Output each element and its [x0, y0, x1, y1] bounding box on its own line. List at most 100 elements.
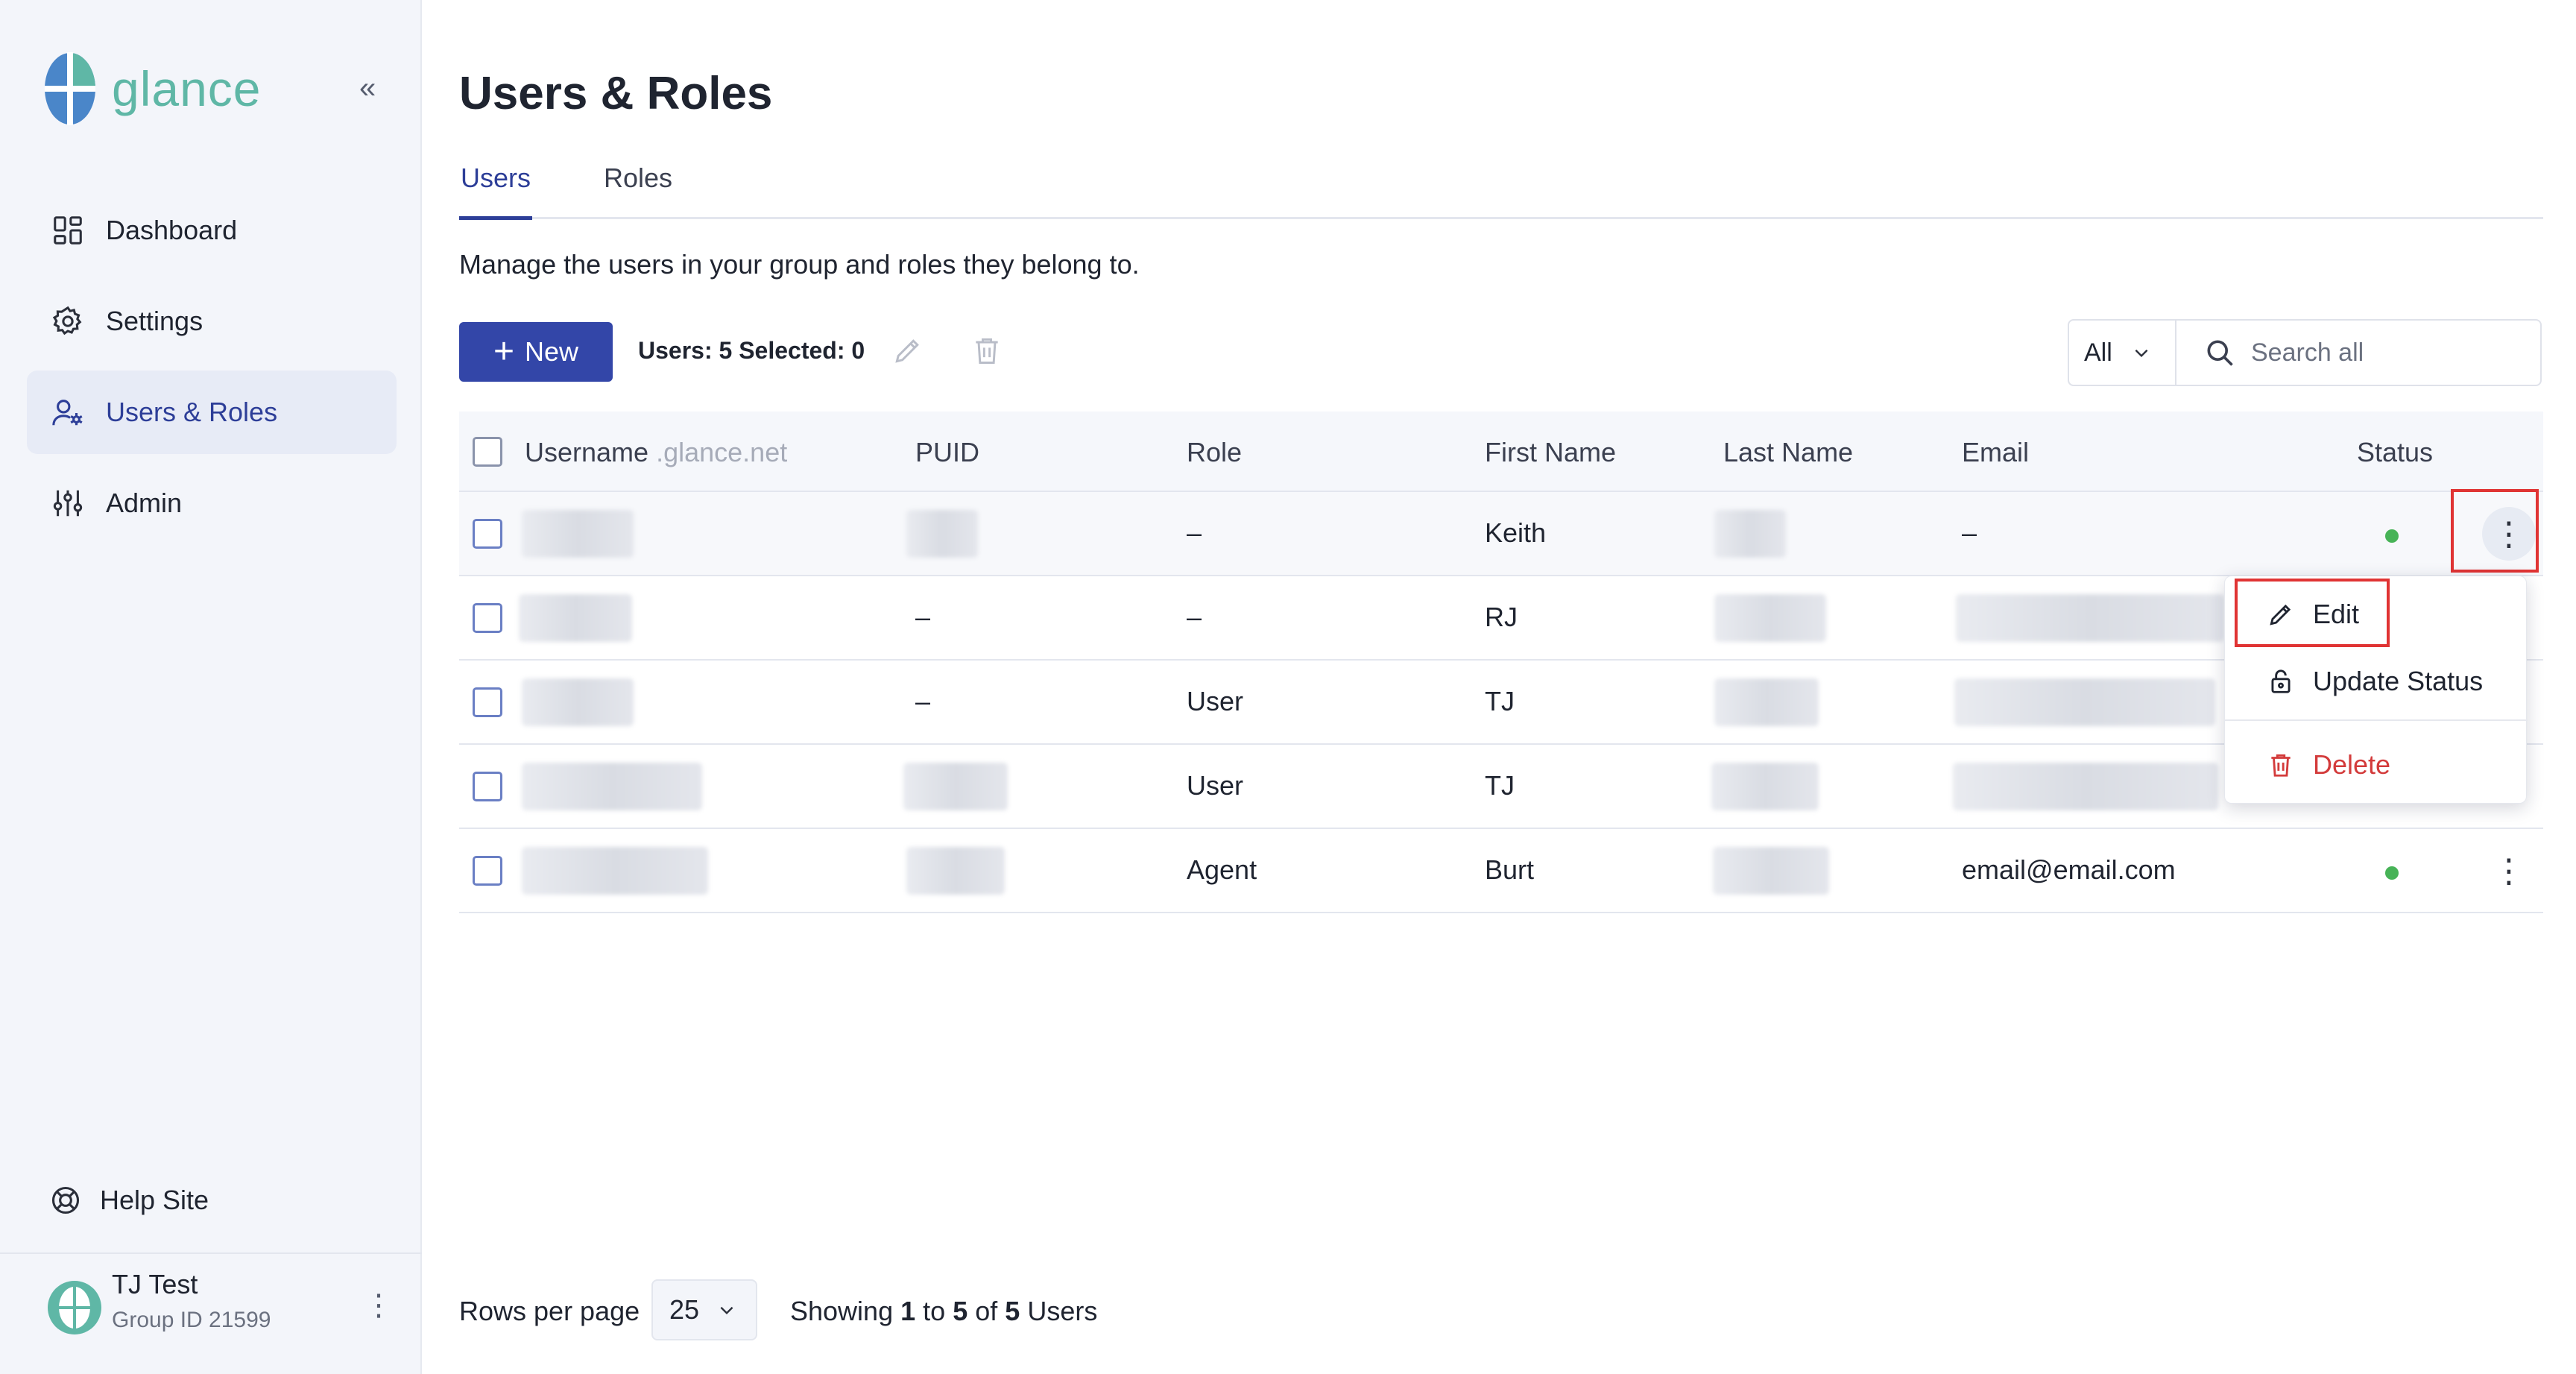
- column-header-status[interactable]: Status: [2357, 437, 2433, 468]
- chevron-down-icon: [720, 1306, 733, 1315]
- search-box: [2176, 321, 2540, 385]
- first-name-cell: Burt: [1485, 854, 1535, 885]
- column-header-username-label: Username: [525, 437, 649, 467]
- user-menu-button[interactable]: ⋮: [364, 1288, 394, 1323]
- role-cell: User: [1187, 686, 1244, 716]
- selection-count: Users: 5 Selected: 0: [638, 337, 865, 364]
- showing-to: 5: [953, 1296, 968, 1326]
- menu-item-delete[interactable]: Delete: [2225, 731, 2528, 798]
- select-all-checkbox[interactable]: [473, 437, 502, 467]
- redacted-last-name: [1714, 594, 1826, 642]
- row-checkbox[interactable]: [473, 687, 502, 717]
- row-checkbox[interactable]: [473, 856, 502, 886]
- showing-prefix: Showing: [790, 1296, 894, 1326]
- column-header-last-name[interactable]: Last Name: [1723, 437, 1853, 468]
- showing-to-word: to: [923, 1296, 946, 1326]
- filter-select[interactable]: All: [2069, 321, 2176, 385]
- username-domain-suffix: .glance.net: [656, 437, 788, 467]
- filter-value: All: [2084, 338, 2112, 367]
- email-cell: –: [1962, 517, 1977, 548]
- row-checkbox[interactable]: [473, 772, 502, 801]
- showing-suffix: Users: [1027, 1296, 1098, 1326]
- first-name-cell: Keith: [1485, 517, 1547, 548]
- redacted-last-name: [1714, 510, 1786, 558]
- help-site-link[interactable]: Help Site: [49, 1184, 209, 1217]
- logo[interactable]: glance: [43, 51, 262, 127]
- lifebuoy-icon: [51, 1186, 80, 1214]
- column-header-puid[interactable]: PUID: [915, 437, 979, 468]
- help-site-label: Help Site: [100, 1185, 209, 1215]
- row-checkbox[interactable]: [473, 603, 502, 633]
- menu-item-label: Edit: [2313, 599, 2360, 629]
- tab-roles[interactable]: Roles: [604, 163, 672, 194]
- lock-icon: [2271, 669, 2291, 693]
- search-input[interactable]: [2251, 338, 2519, 368]
- redacted-username: [519, 594, 632, 642]
- sidebar-item-settings[interactable]: Settings: [27, 280, 397, 363]
- avatar: [48, 1281, 101, 1334]
- redacted-email: [1954, 678, 2215, 726]
- table-row[interactable]: Agent Burt email@email.com ⋮: [459, 829, 2543, 913]
- row-checkbox[interactable]: [473, 519, 502, 549]
- role-cell: User: [1187, 770, 1244, 801]
- sidebar: glance « Dashboard Settings Users & Role…: [0, 0, 422, 1374]
- chevron-down-icon: [2135, 349, 2148, 358]
- sidebar-item-label: Dashboard: [106, 215, 238, 245]
- collapse-sidebar-button[interactable]: «: [359, 72, 376, 105]
- first-name-cell: RJ: [1485, 602, 1518, 632]
- logo-text: glance: [112, 61, 262, 116]
- gear-icon: [52, 306, 82, 335]
- trash-icon[interactable]: [970, 334, 1003, 367]
- tab-users[interactable]: Users: [458, 163, 533, 220]
- filter-search-group: All: [2068, 319, 2542, 386]
- sidebar-item-users-roles[interactable]: Users & Roles: [27, 371, 397, 454]
- pagination-summary: Showing 1 to 5 of 5 Users: [790, 1296, 1097, 1327]
- redacted-last-name: [1714, 678, 1819, 726]
- row-actions-button[interactable]: ⋮: [2482, 844, 2536, 898]
- sidebar-nav: Dashboard Settings Users & Roles Admin: [27, 189, 397, 552]
- sidebar-item-dashboard[interactable]: Dashboard: [27, 189, 397, 272]
- new-button-label: New: [525, 336, 579, 367]
- menu-item-edit[interactable]: Edit: [2225, 581, 2528, 648]
- redacted-username: [522, 847, 708, 895]
- row-actions-menu: Edit Update Status Delete: [2224, 576, 2528, 804]
- menu-item-update-status[interactable]: Update Status: [2225, 648, 2528, 715]
- glance-logo-icon: [45, 52, 95, 125]
- showing-total: 5: [1005, 1296, 1020, 1326]
- menu-item-label: Delete: [2313, 749, 2391, 780]
- redacted-email: [1953, 763, 2218, 810]
- sliders-icon: [53, 490, 83, 517]
- redacted-last-name: [1711, 763, 1819, 810]
- role-cell: –: [1187, 602, 1202, 632]
- redacted-last-name: [1713, 847, 1829, 895]
- first-name-cell: TJ: [1485, 770, 1515, 801]
- column-header-role[interactable]: Role: [1187, 437, 1242, 468]
- menu-divider: [2225, 719, 2528, 721]
- rows-per-page-select[interactable]: 25: [651, 1279, 757, 1340]
- page-description: Manage the users in your group and roles…: [459, 249, 1140, 280]
- table-row[interactable]: – Keith – ⋮: [459, 489, 2543, 576]
- menu-item-label: Update Status: [2313, 666, 2484, 696]
- column-header-first-name[interactable]: First Name: [1485, 437, 1616, 468]
- tab-bar: Users Roles: [458, 157, 2543, 220]
- column-header-username[interactable]: Username .glance.net: [525, 437, 787, 468]
- pencil-icon: [2270, 604, 2291, 625]
- row-actions-button[interactable]: ⋮: [2482, 507, 2536, 561]
- rows-per-page-value: 25: [669, 1294, 700, 1325]
- redacted-puid: [906, 847, 1005, 895]
- status-active-dot: [2385, 529, 2399, 543]
- pencil-icon[interactable]: [891, 334, 924, 367]
- current-user: TJ Test Group ID 21599 ⋮: [0, 1252, 422, 1374]
- role-cell: Agent: [1187, 854, 1257, 885]
- first-name-cell: TJ: [1485, 686, 1515, 716]
- showing-from: 1: [900, 1296, 916, 1326]
- sidebar-item-label: Users & Roles: [106, 397, 278, 427]
- status-active-dot: [2385, 866, 2399, 880]
- showing-of-word: of: [975, 1296, 998, 1326]
- puid-cell: –: [915, 602, 931, 632]
- sidebar-item-admin[interactable]: Admin: [27, 461, 397, 545]
- column-header-email[interactable]: Email: [1962, 437, 2029, 468]
- trash-icon: [2271, 754, 2291, 777]
- user-name: TJ Test: [112, 1269, 198, 1299]
- new-user-button[interactable]: + New: [459, 322, 613, 382]
